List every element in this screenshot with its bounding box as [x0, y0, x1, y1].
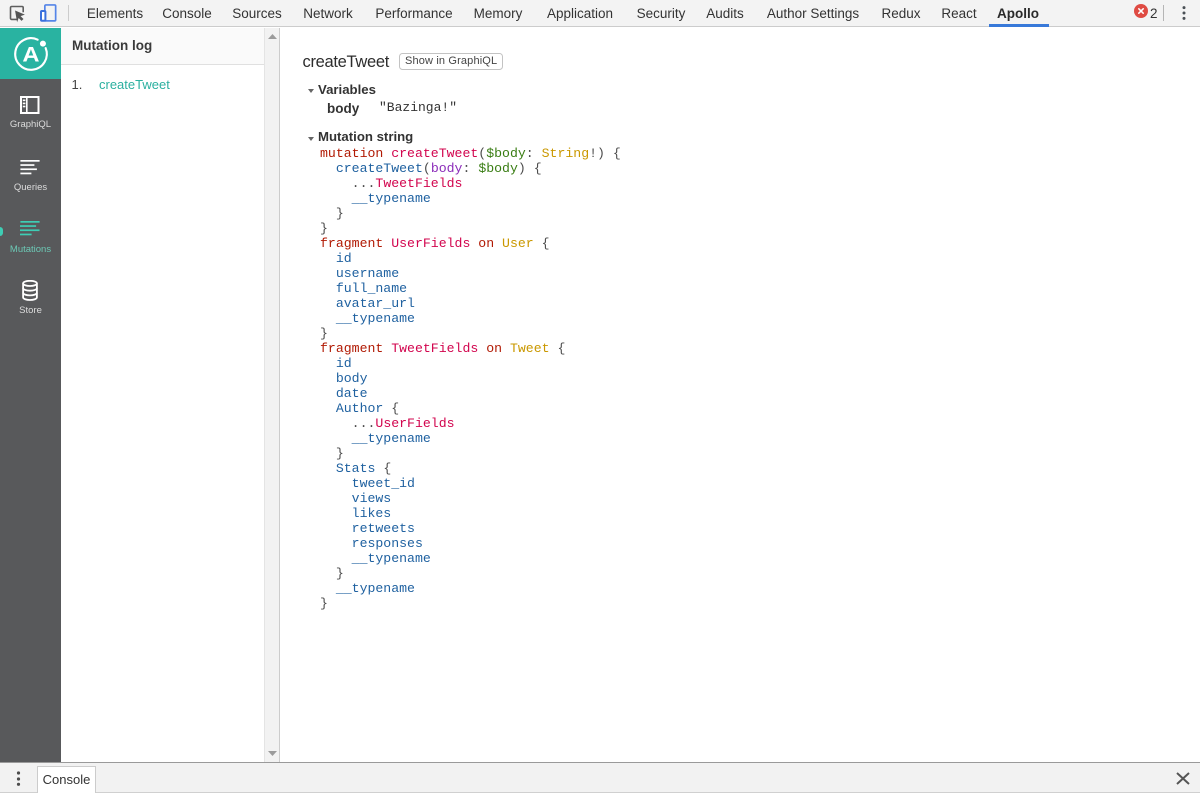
svg-text:A: A: [22, 43, 39, 66]
